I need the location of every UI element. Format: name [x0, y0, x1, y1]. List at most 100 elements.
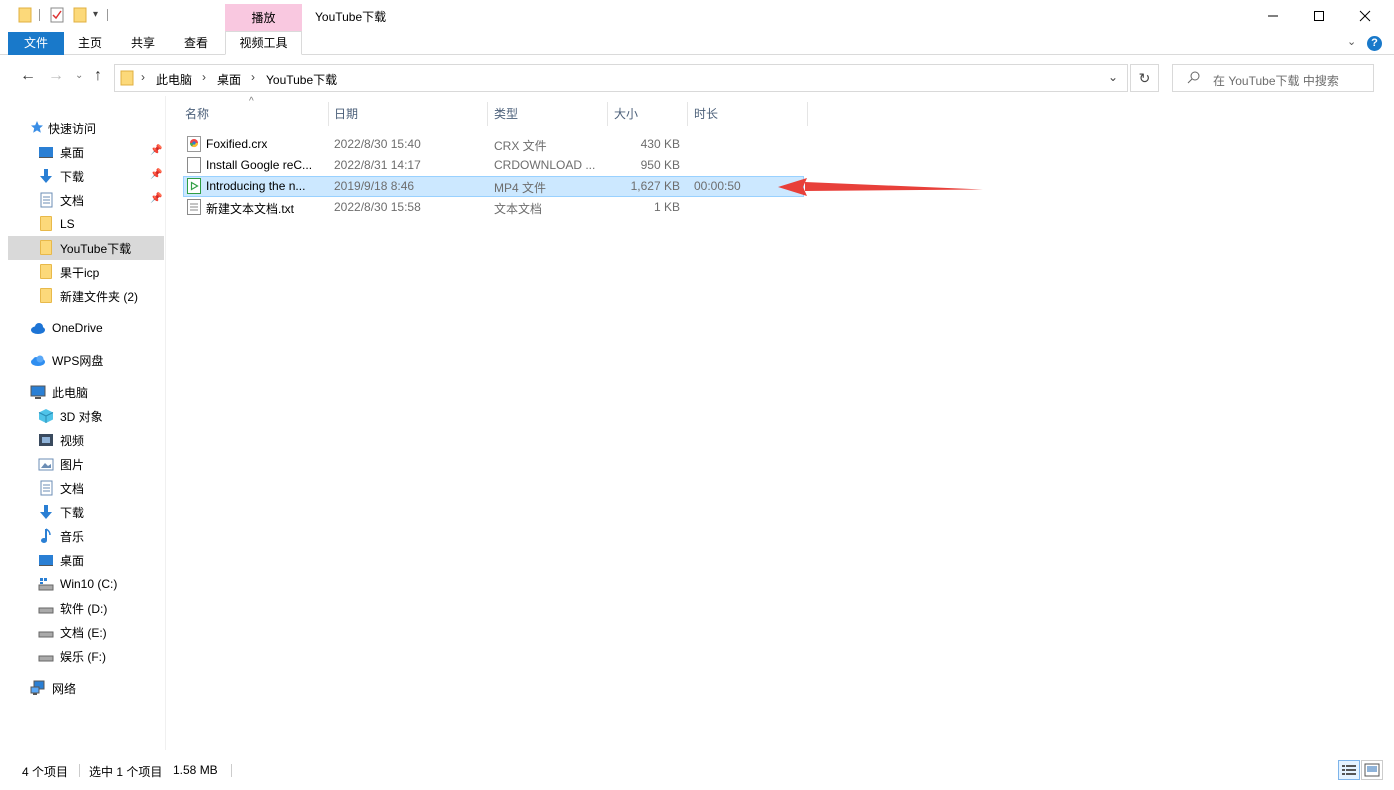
sidebar-label: Win10 (C:) — [60, 577, 118, 591]
file-row[interactable]: Install Google reC... 2022/8/31 14:17 CR… — [183, 155, 804, 176]
sidebar-item-new-folder-2[interactable]: 新建文件夹 (2) — [8, 284, 164, 308]
chevron-right-icon[interactable]: › — [251, 70, 255, 84]
column-header-name[interactable]: 名称 — [185, 102, 209, 126]
sidebar-label: 文档 — [60, 481, 85, 496]
column-header-duration[interactable]: 时长 — [694, 102, 718, 126]
pin-icon[interactable]: 📌 — [150, 169, 162, 180]
back-arrow-icon[interactable]: ← — [20, 67, 36, 85]
status-selection-size: 1.58 MB — [173, 763, 218, 777]
sidebar-item-desktop[interactable]: 桌面 📌 — [8, 140, 164, 164]
help-icon[interactable]: ? — [1367, 36, 1382, 51]
customize-chevron-icon[interactable]: ▾ — [93, 9, 98, 20]
status-item-count: 4 个项目 — [22, 765, 69, 779]
sidebar-label: 网络 — [52, 681, 77, 696]
drive-icon — [38, 648, 54, 664]
expand-ribbon-icon[interactable]: ⌄ — [1347, 35, 1356, 48]
sidebar-item-documents[interactable]: 文档 📌 — [8, 188, 164, 212]
tab-view[interactable]: 查看 — [184, 32, 208, 55]
forward-arrow-icon[interactable]: → — [48, 67, 64, 85]
sidebar-label: 3D 对象 — [60, 409, 103, 424]
sidebar-item-drive-d[interactable]: 软件 (D:) — [8, 596, 164, 620]
sidebar-item-wps[interactable]: WPS网盘 — [8, 348, 164, 372]
sidebar-item-desktop-pc[interactable]: 桌面 — [8, 548, 164, 572]
thumbnail-view-icon — [1364, 763, 1380, 777]
context-tab-header: 播放 — [225, 4, 302, 32]
maximize-button[interactable] — [1296, 0, 1342, 32]
window-title: YouTube下载 — [315, 10, 387, 24]
column-header-size[interactable]: 大小 — [614, 102, 638, 126]
breadcrumb-current[interactable]: YouTube下载 — [266, 71, 337, 88]
sidebar-label: 图片 — [60, 457, 85, 472]
thumbnail-view-button[interactable] — [1361, 760, 1383, 780]
file-row[interactable]: 新建文本文档.txt 2022/8/30 15:58 文本文档 1 KB — [183, 197, 804, 218]
divider — [79, 764, 80, 777]
sidebar-item-drive-c[interactable]: Win10 (C:) — [8, 572, 164, 596]
column-divider[interactable] — [487, 102, 488, 126]
sidebar-item-youtube-download[interactable]: YouTube下载 — [8, 236, 164, 260]
document-icon — [38, 192, 54, 208]
drive-icon — [38, 624, 54, 640]
sidebar-label: 下载 — [60, 505, 85, 520]
sidebar-item-music[interactable]: 音乐 — [8, 524, 164, 548]
sidebar-item-documents-pc[interactable]: 文档 — [8, 476, 164, 500]
recent-locations-icon[interactable]: ⌄ — [75, 70, 83, 81]
breadcrumb-desktop[interactable]: 桌面 — [217, 71, 241, 88]
details-view-button[interactable] — [1338, 760, 1360, 780]
download-icon — [38, 504, 54, 520]
column-divider[interactable] — [328, 102, 329, 126]
column-divider[interactable] — [687, 102, 688, 126]
tab-file[interactable]: 文件 — [8, 32, 64, 55]
up-arrow-icon[interactable]: ↑ — [94, 67, 102, 85]
tab-home[interactable]: 主页 — [78, 32, 102, 55]
sidebar-item-network[interactable]: 网络 — [8, 676, 164, 700]
sidebar-label: 桌面 — [60, 145, 85, 160]
sidebar-item-quick-access[interactable]: 快速访问 — [30, 116, 164, 140]
address-bar[interactable]: › 此电脑 › 桌面 › YouTube下载 ⌄ — [114, 64, 1128, 92]
drive-icon — [38, 600, 54, 616]
column-header-date[interactable]: 日期 — [334, 102, 358, 126]
sidebar-item-ls[interactable]: LS — [8, 212, 164, 236]
file-row[interactable]: Foxified.crx 2022/8/30 15:40 CRX 文件 430 … — [183, 134, 804, 155]
sidebar-item-drive-e[interactable]: 文档 (E:) — [8, 620, 164, 644]
tab-video-tools[interactable]: 视频工具 — [225, 31, 302, 55]
folder-icon — [120, 70, 134, 89]
sidebar-item-guogan-icp[interactable]: 果干icp — [8, 260, 164, 284]
file-row-selected[interactable]: Introducing the n... 2019/9/18 8:46 MP4 … — [183, 176, 804, 197]
folder-icon[interactable] — [18, 7, 32, 23]
chevron-right-icon[interactable]: › — [202, 70, 206, 84]
sidebar-item-downloads[interactable]: 下载 📌 — [8, 164, 164, 188]
file-name: Install Google reC... — [206, 158, 313, 172]
sidebar-item-videos[interactable]: 视频 — [8, 428, 164, 452]
sidebar-label: LS — [60, 217, 75, 231]
minimize-button[interactable] — [1250, 0, 1296, 32]
file-size: 950 KB — [640, 158, 680, 172]
sidebar-item-downloads-pc[interactable]: 下载 — [8, 500, 164, 524]
sidebar-item-3d-objects[interactable]: 3D 对象 — [8, 404, 164, 428]
pin-icon[interactable]: 📌 — [150, 193, 162, 204]
tab-share[interactable]: 共享 — [131, 32, 155, 55]
sidebar-item-drive-f[interactable]: 娱乐 (F:) — [8, 644, 164, 668]
new-folder-icon[interactable] — [73, 7, 87, 23]
sidebar-item-this-pc[interactable]: 此电脑 — [8, 380, 164, 404]
breadcrumb-this-pc[interactable]: 此电脑 — [156, 71, 192, 88]
details-view-icon — [1342, 765, 1356, 775]
blank-file-icon — [187, 157, 201, 173]
sidebar-item-onedrive[interactable]: OneDrive — [8, 316, 164, 340]
picture-icon — [38, 456, 54, 472]
file-name: 新建文本文档.txt — [206, 202, 295, 216]
properties-icon[interactable] — [50, 7, 64, 23]
desktop-icon — [38, 144, 54, 160]
column-divider[interactable] — [607, 102, 608, 126]
chevron-right-icon[interactable]: › — [141, 70, 145, 84]
column-divider[interactable] — [807, 102, 808, 126]
column-header-type[interactable]: 类型 — [494, 102, 518, 126]
annotation-arrow-icon — [778, 178, 983, 196]
system-drive-icon — [38, 576, 54, 592]
sidebar-label: 娱乐 (F:) — [60, 649, 106, 664]
sidebar-item-pictures[interactable]: 图片 — [8, 452, 164, 476]
chevron-down-icon[interactable]: ⌄ — [1108, 70, 1118, 84]
pin-icon[interactable]: 📌 — [150, 145, 162, 156]
refresh-button[interactable]: ↻ — [1130, 64, 1159, 92]
close-button[interactable] — [1342, 0, 1388, 32]
search-input[interactable]: 在 YouTube下载 中搜索 — [1172, 64, 1374, 92]
